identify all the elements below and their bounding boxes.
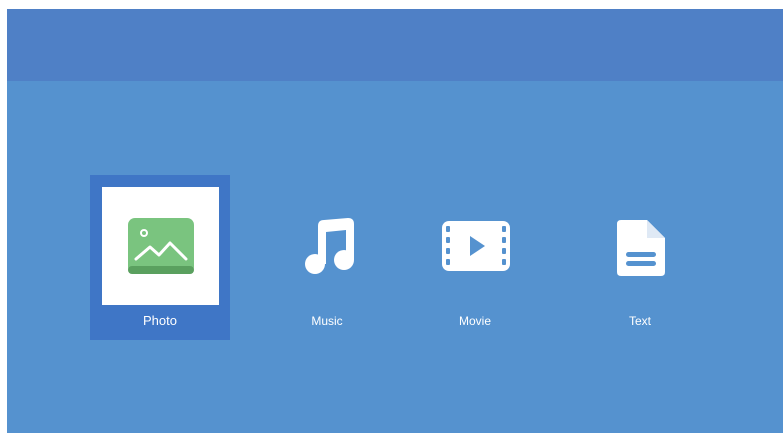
- menu-item-label: Music: [311, 314, 343, 328]
- menu-item-label: Movie: [458, 314, 491, 328]
- text-icon-box: [582, 187, 700, 305]
- menu-item-text[interactable]: Text: [570, 175, 710, 340]
- menu-item-movie[interactable]: Movie: [405, 175, 545, 340]
- menu-item-label: Photo: [143, 313, 177, 328]
- photo-icon: [127, 218, 194, 274]
- text-icon: [617, 220, 665, 276]
- top-bar: [7, 9, 783, 81]
- movie-icon: [442, 221, 510, 271]
- media-screen: Photo Music Movie Text: [7, 9, 783, 433]
- menu-item-label: Text: [628, 314, 651, 328]
- movie-icon-box: [417, 187, 535, 305]
- music-icon: [305, 218, 354, 274]
- photo-icon-box: [102, 187, 219, 305]
- music-icon-box: [269, 187, 387, 305]
- menu-item-music[interactable]: Music: [257, 175, 397, 340]
- menu-item-photo[interactable]: Photo: [90, 175, 230, 340]
